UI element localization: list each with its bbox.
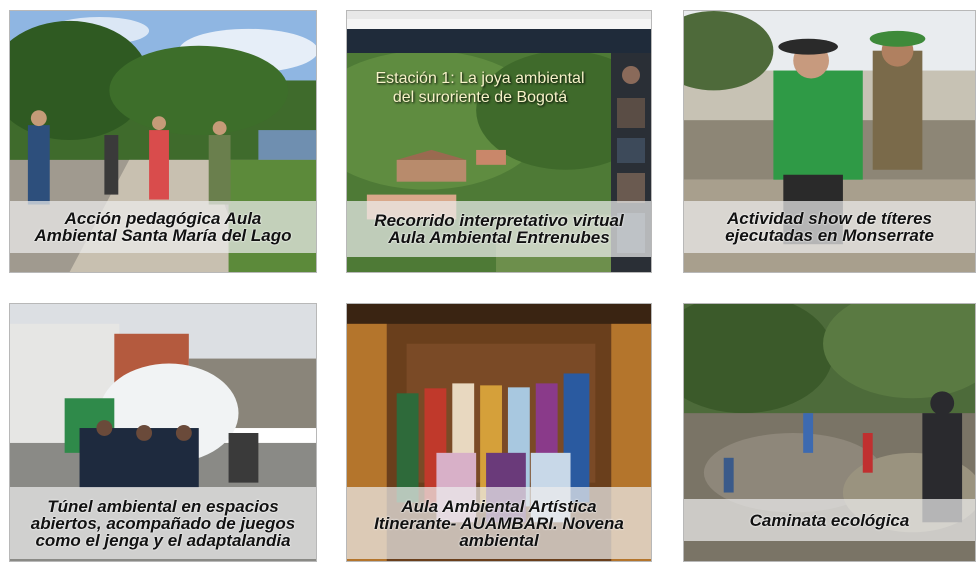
caption: Aula Ambiental Artística Itinerante- AUA… bbox=[347, 487, 651, 559]
photo-tile-auambari: Aula Ambiental Artística Itinerante- AUA… bbox=[346, 303, 652, 562]
caption: Actividad show de títeres ejecutadas en … bbox=[684, 201, 975, 253]
photo-tile-tunel-ambiental: Túnel ambiental en espacios abiertos, ac… bbox=[9, 303, 317, 562]
photo-tile-santa-maria-del-lago: Acción pedagógica Aula Ambiental Santa M… bbox=[9, 10, 317, 273]
slide-title: Estación 1: La joya ambiental del surori… bbox=[375, 70, 585, 106]
photo-tile-caminata-ecologica: Caminata ecológica bbox=[683, 303, 976, 562]
browser-titlebar bbox=[347, 11, 651, 19]
caption: Acción pedagógica Aula Ambiental Santa M… bbox=[10, 201, 316, 253]
photo-tile-monserrate-puppets: Actividad show de títeres ejecutadas en … bbox=[683, 10, 976, 273]
photo-tile-entrenubes-virtual: Estación 1: La joya ambiental del surori… bbox=[346, 10, 652, 273]
caption: Recorrido interpretativo virtual Aula Am… bbox=[347, 201, 651, 257]
caption: Caminata ecológica bbox=[684, 499, 975, 541]
caption: Túnel ambiental en espacios abiertos, ac… bbox=[10, 487, 316, 559]
meeting-header bbox=[347, 29, 651, 53]
